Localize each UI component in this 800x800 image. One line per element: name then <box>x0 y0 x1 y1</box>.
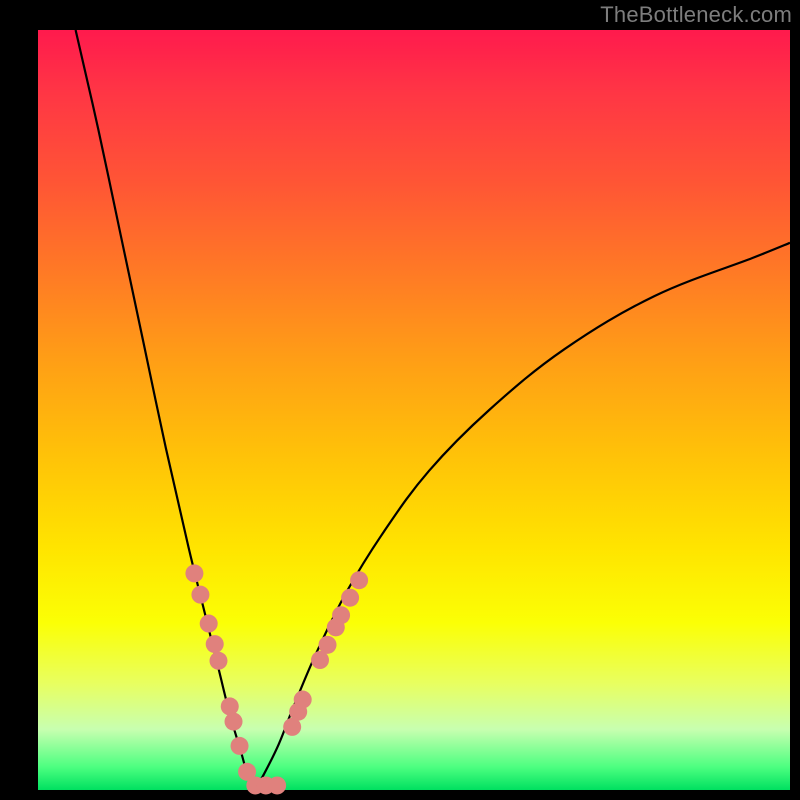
data-marker <box>225 713 243 731</box>
data-marker <box>206 635 224 653</box>
data-marker <box>185 564 203 582</box>
chart-stage: TheBottleneck.com <box>0 0 800 800</box>
left-curve <box>76 30 255 790</box>
data-marker <box>332 606 350 624</box>
data-marker <box>350 571 368 589</box>
data-marker <box>341 589 359 607</box>
data-marker <box>191 586 209 604</box>
data-marker <box>200 615 218 633</box>
right-curve <box>255 243 790 790</box>
watermark-text: TheBottleneck.com <box>600 2 792 28</box>
data-marker <box>319 636 337 654</box>
chart-svg <box>0 0 800 800</box>
data-marker <box>294 691 312 709</box>
data-marker <box>221 697 239 715</box>
data-marker <box>231 737 249 755</box>
data-marker <box>209 652 227 670</box>
data-marker <box>268 776 286 794</box>
markers-group <box>185 564 368 794</box>
